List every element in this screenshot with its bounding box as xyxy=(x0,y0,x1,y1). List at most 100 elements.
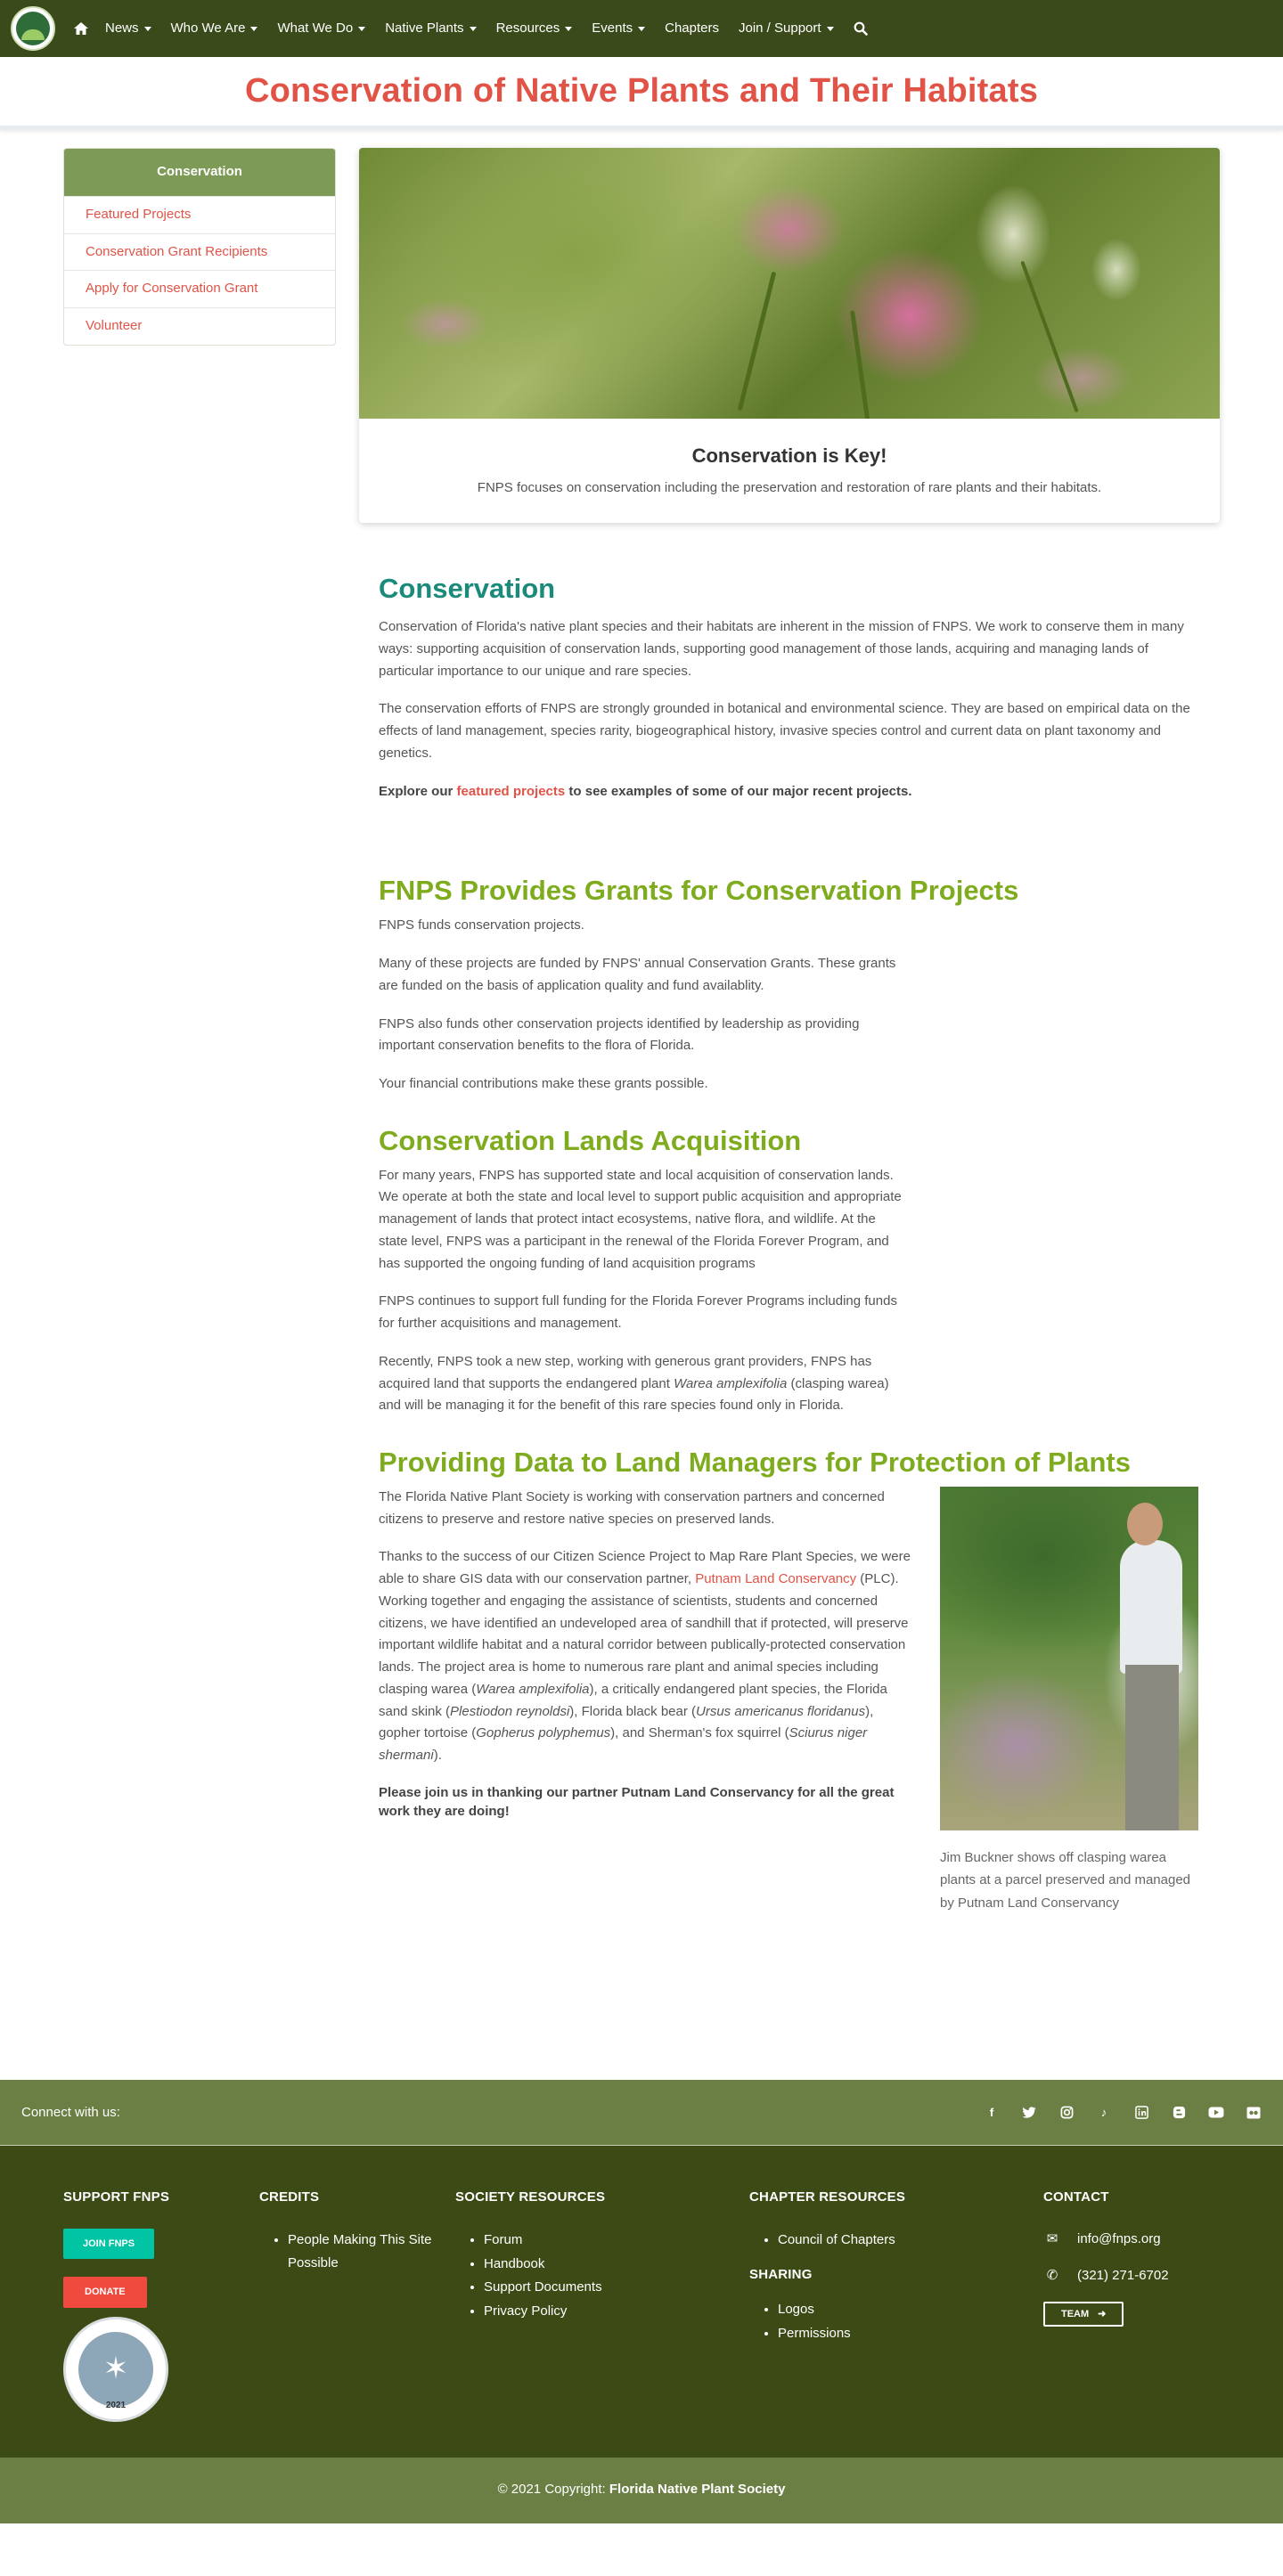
contact-email-text: info@fnps.org xyxy=(1077,2231,1161,2247)
connect-bar: Connect with us: f ♪ xyxy=(0,2080,1283,2147)
copyright-org-link[interactable]: Florida Native Plant Society xyxy=(609,2479,786,2501)
explore-text-after: to see examples of some of our major rec… xyxy=(565,783,912,799)
logo-emblem xyxy=(16,12,50,45)
society-link-forum[interactable]: Forum xyxy=(484,2229,749,2252)
page-title: Conservation of Native Plants and Their … xyxy=(244,72,1039,110)
footer-credits: CREDITS People Making This Site Possible xyxy=(259,2187,455,2421)
sharing-link-permissions[interactable]: Permissions xyxy=(778,2322,1043,2345)
nav-news-label: News xyxy=(105,20,139,36)
lands-paragraph-2: FNPS continues to support full funding f… xyxy=(379,1293,897,1332)
hero-card: Conservation is Key! FNPS focuses on con… xyxy=(359,148,1220,523)
linkedin-icon[interactable] xyxy=(1133,2105,1149,2121)
society-link-handbook[interactable]: Handbook xyxy=(484,2253,749,2276)
sidebar-heading: Conservation xyxy=(64,149,335,196)
conservation-paragraph-1: Conservation of Florida's native plant s… xyxy=(379,619,1184,679)
team-login-button[interactable]: TEAM ➜ xyxy=(1043,2301,1124,2327)
chevron-down-icon xyxy=(469,26,477,31)
nav-native-plants-label: Native Plants xyxy=(385,20,464,36)
footer-columns: SUPPORT FNPS JOIN FNPS DONATE ✶ 2021 CRE… xyxy=(63,2187,1220,2422)
stem-shape xyxy=(850,310,871,419)
nav-chapters[interactable]: Chapters xyxy=(665,18,719,40)
chapter-link-council[interactable]: Council of Chapters xyxy=(778,2229,1043,2252)
twitter-icon[interactable] xyxy=(1021,2105,1037,2121)
society-link-privacy-policy[interactable]: Privacy Policy xyxy=(484,2300,749,2323)
footer-society-heading: SOCIETY RESOURCES xyxy=(455,2189,606,2205)
seal-year: 2021 xyxy=(105,2401,127,2410)
data-p2-d: ), Florida black bear ( xyxy=(569,1703,697,1719)
data-section-row: The Florida Native Plant Society is work… xyxy=(379,1486,1200,1915)
phone-icon: ✆ xyxy=(1046,2267,1058,2283)
conservation-paragraph-2: The conservation efforts of FNPS are str… xyxy=(379,701,1190,761)
person-shape xyxy=(1120,1539,1182,1674)
grants-paragraph-2: Many of these projects are funded by FNP… xyxy=(379,956,896,993)
contact-phone[interactable]: ✆ (321) 271-6702 xyxy=(1043,2265,1220,2287)
species-name: Warea amplexifolia xyxy=(674,1375,788,1391)
featured-projects-link[interactable]: featured projects xyxy=(457,784,566,799)
lands-heading: Conservation Lands Acquisition xyxy=(379,1124,802,1156)
grants-heading: FNPS Provides Grants for Conservation Pr… xyxy=(379,875,1019,907)
credits-link-people[interactable]: People Making This Site Possible xyxy=(288,2229,439,2274)
nav-resources[interactable]: Resources xyxy=(496,18,573,40)
nav-who-we-are-label: Who We Are xyxy=(170,20,246,36)
site-logo[interactable] xyxy=(11,6,55,51)
hero-title: Conservation is Key! xyxy=(691,444,887,467)
sharing-link-logos[interactable]: Logos xyxy=(778,2298,1043,2321)
home-icon[interactable] xyxy=(73,21,89,36)
data-p2-b: (PLC). Working together and engaging the… xyxy=(379,1571,909,1697)
grants-paragraph-4: Your financial contributions make these … xyxy=(379,1076,708,1092)
chevron-down-icon xyxy=(250,26,258,31)
person-head-shape xyxy=(1127,1502,1163,1545)
hero-flower-image xyxy=(359,148,1220,419)
nav-native-plants[interactable]: Native Plants xyxy=(385,18,477,40)
youtube-icon[interactable] xyxy=(1208,2105,1224,2121)
tiktok-icon[interactable]: ♪ xyxy=(1096,2105,1112,2121)
society-link-label: Support Documents xyxy=(484,2279,602,2295)
nav-join-support[interactable]: Join / Support xyxy=(739,18,834,40)
sharing-link-label: Permissions xyxy=(778,2325,851,2341)
nav-events-label: Events xyxy=(592,20,633,36)
society-link-label: Forum xyxy=(484,2232,523,2248)
sidebar-link-grant-recipients[interactable]: Conservation Grant Recipients xyxy=(64,232,335,271)
footer-credits-heading: CREDITS xyxy=(259,2189,320,2205)
footer-sharing-heading: SHARING xyxy=(749,2266,813,2282)
footer-chapter-resources: CHAPTER RESOURCES Council of Chapters SH… xyxy=(749,2187,1043,2421)
society-link-support-documents[interactable]: Support Documents xyxy=(484,2276,749,2299)
main-content: Conservation is Key! FNPS focuses on con… xyxy=(359,148,1220,1914)
sidebar-link-apply-grant[interactable]: Apply for Conservation Grant xyxy=(64,270,335,307)
facebook-icon[interactable]: f xyxy=(984,2105,1000,2121)
instagram-icon[interactable] xyxy=(1058,2105,1075,2121)
blogger-icon[interactable] xyxy=(1171,2105,1187,2121)
guidestar-seal[interactable]: ✶ 2021 xyxy=(63,2316,168,2422)
putnam-land-conservancy-link[interactable]: Putnam Land Conservancy xyxy=(695,1571,856,1586)
stem-shape xyxy=(1020,260,1079,412)
flickr-icon[interactable] xyxy=(1246,2105,1262,2121)
article: Conservation Conservation of Florida's n… xyxy=(359,523,1220,1914)
footer-society-resources: SOCIETY RESOURCES Forum Handbook Support… xyxy=(455,2187,749,2421)
sidebar: Conservation Featured Projects Conservat… xyxy=(63,148,336,1914)
hero-body: Conservation is Key! FNPS focuses on con… xyxy=(359,419,1220,523)
sidebar-card: Conservation Featured Projects Conservat… xyxy=(63,148,336,346)
hero-text: FNPS focuses on conservation including t… xyxy=(477,480,1102,496)
footer-contact-heading: CONTACT xyxy=(1043,2189,1109,2205)
nav-who-we-are[interactable]: Who We Are xyxy=(171,18,258,40)
search-icon[interactable] xyxy=(854,21,868,36)
grants-paragraph-3: FNPS also funds other conservation proje… xyxy=(379,1015,860,1054)
chevron-down-icon xyxy=(358,26,366,31)
nav-news[interactable]: News xyxy=(105,18,151,40)
chapter-link-label: Council of Chapters xyxy=(778,2232,895,2248)
team-button-label: TEAM xyxy=(1061,2308,1090,2319)
data-paragraph-2: Thanks to the success of our Citizen Sci… xyxy=(379,1546,911,1767)
nav-events[interactable]: Events xyxy=(592,18,646,40)
sidebar-link-featured-projects[interactable]: Featured Projects xyxy=(64,195,335,233)
nav-what-we-do[interactable]: What We Do xyxy=(277,18,366,40)
species-name: Gopherus polyphemus xyxy=(476,1725,611,1741)
contact-email[interactable]: ✉ info@fnps.org xyxy=(1043,2229,1220,2251)
data-section-heading: Providing Data to Land Managers for Prot… xyxy=(379,1447,1131,1479)
stem-shape xyxy=(738,271,777,412)
data-section-text: The Florida Native Plant Society is work… xyxy=(379,1487,911,1915)
join-fnps-button[interactable]: JOIN FNPS xyxy=(63,2229,155,2260)
sidebar-link-volunteer[interactable]: Volunteer xyxy=(64,307,335,345)
donate-button[interactable]: DONATE xyxy=(63,2277,147,2308)
data-paragraph-3: Please join us in thanking our partner P… xyxy=(379,1784,895,1819)
data-p2-g: ). xyxy=(433,1748,442,1764)
